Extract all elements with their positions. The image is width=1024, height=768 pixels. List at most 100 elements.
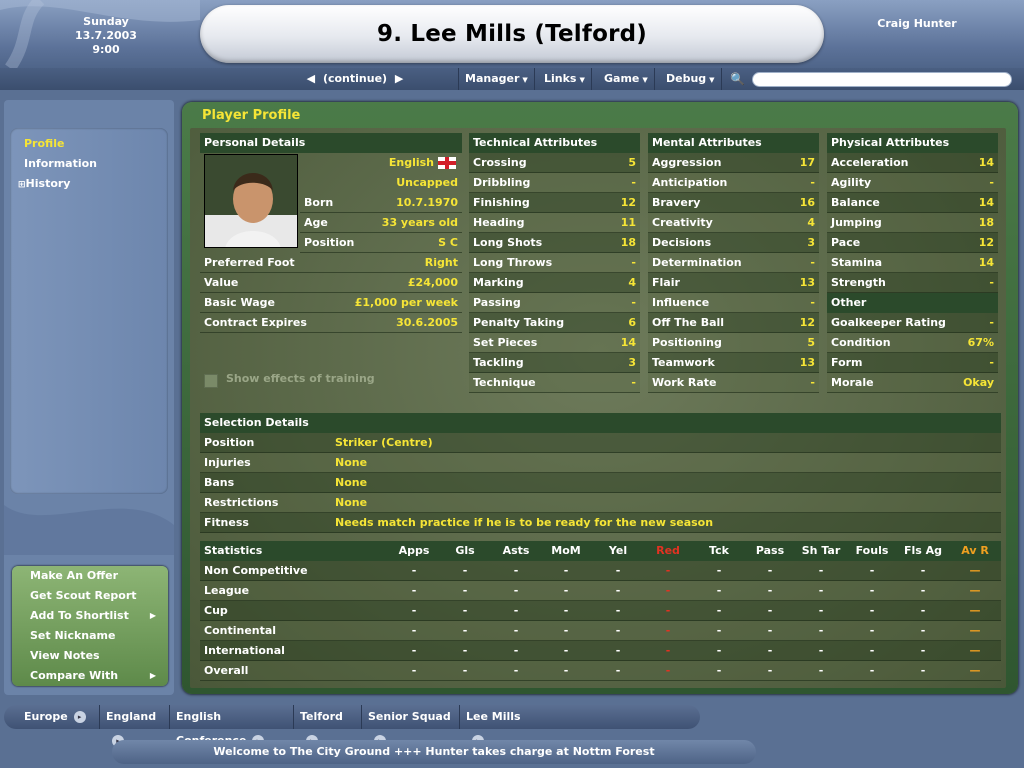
set-nickname-button[interactable]: Set Nickname: [30, 626, 162, 646]
stat-cell: -: [411, 604, 417, 617]
technical-attribute-value: 11: [620, 216, 636, 229]
training-checkbox[interactable]: [204, 374, 218, 388]
stat-cell: -: [513, 604, 519, 617]
menu-manager[interactable]: Manager ▼: [458, 68, 535, 90]
position-label: Position: [304, 236, 355, 249]
mental-attribute-row: Determination -: [648, 253, 819, 273]
submenu-arrow-icon: ▶: [149, 611, 156, 620]
technical-attribute-label: Tackling: [473, 356, 524, 369]
forward-arrow-icon[interactable]: ▶: [395, 72, 403, 85]
international-value: Uncapped: [396, 176, 458, 189]
mental-attribute-row: Bravery 16: [648, 193, 819, 213]
stat-cell: -: [411, 584, 417, 597]
sidebar-item-information[interactable]: Information: [24, 154, 97, 174]
manager-name: Craig Hunter: [877, 17, 957, 30]
stat-column-header[interactable]: Sh Tar: [797, 541, 845, 561]
search-icon[interactable]: 🔍: [730, 71, 746, 87]
physical-attribute-value: 14: [978, 256, 994, 269]
breadcrumb-label: England: [106, 710, 157, 723]
other-attribute-value: Okay: [963, 376, 994, 389]
add-to-shortlist-button[interactable]: Add To Shortlist ▶: [30, 606, 162, 626]
breadcrumb-item[interactable]: Lee Mills▸: [460, 705, 530, 747]
breadcrumb-menu-icon[interactable]: ▸: [73, 711, 86, 723]
stat-cell: -: [920, 624, 926, 637]
physical-attribute-label: Agility: [831, 176, 872, 189]
action-label: Get Scout Report: [30, 589, 137, 602]
stat-cell: -: [462, 664, 468, 677]
mental-attribute-value: 16: [799, 196, 815, 209]
back-arrow-icon[interactable]: ◀: [307, 72, 315, 85]
stat-cell: -: [513, 624, 519, 637]
stat-column-header[interactable]: Tck: [695, 541, 743, 561]
stat-column-header[interactable]: Apps: [390, 541, 438, 561]
international-row: Uncapped: [300, 173, 462, 193]
stat-column-header[interactable]: Red: [644, 541, 692, 561]
stat-column-header[interactable]: Asts: [492, 541, 540, 561]
mental-attribute-label: Flair: [652, 276, 680, 289]
other-attribute-row: Form -: [827, 353, 998, 373]
stat-column-header[interactable]: Gls: [441, 541, 489, 561]
menu-label: Debug: [666, 72, 707, 85]
stat-column-header[interactable]: Fouls: [848, 541, 896, 561]
stat-cell: -: [920, 564, 926, 577]
technical-attribute-row: Marking 4: [469, 273, 640, 293]
mental-attribute-label: Off The Ball: [652, 316, 725, 329]
stat-cell: -: [818, 664, 824, 677]
technical-attribute-value: 3: [628, 356, 636, 369]
physical-attribute-row: Jumping 18: [827, 213, 998, 233]
menu-debug[interactable]: Debug ▼: [660, 68, 722, 90]
mental-attribute-value: 12: [799, 316, 815, 329]
breadcrumb-item[interactable]: Telford▸: [294, 705, 362, 747]
breadcrumb-item[interactable]: English Conference▸: [170, 705, 294, 747]
menu-bar: ◀ (continue) ▶ Manager ▼ Links ▼ Game ▼ Deb…: [0, 68, 1024, 90]
make-offer-button[interactable]: Make An Offer: [30, 566, 162, 586]
contract-label: Contract Expires: [204, 316, 307, 329]
view-notes-button[interactable]: View Notes: [30, 646, 162, 666]
training-checkbox-label[interactable]: Show effects of training: [226, 372, 375, 385]
stat-cell: -: [920, 584, 926, 597]
breadcrumb-item[interactable]: Senior Squad▸: [362, 705, 460, 747]
menu-game[interactable]: Game ▼: [598, 68, 655, 90]
compare-with-button[interactable]: Compare With ▶: [30, 666, 162, 686]
selection-value: None: [335, 456, 368, 469]
mental-attribute-label: Determination: [652, 256, 742, 269]
stat-cell: -: [615, 604, 621, 617]
stat-cell: -: [716, 664, 722, 677]
technical-attribute-row: Dribbling -: [469, 173, 640, 193]
selection-label: Fitness: [204, 516, 249, 529]
breadcrumb-item[interactable]: England▸: [100, 705, 170, 747]
technical-attribute-label: Penalty Taking: [473, 316, 565, 329]
action-label: Set Nickname: [30, 629, 116, 642]
physical-attribute-row: Pace 12: [827, 233, 998, 253]
stat-column-header[interactable]: Av R: [951, 541, 999, 561]
other-attribute-label: Condition: [831, 336, 891, 349]
physical-attribute-label: Balance: [831, 196, 880, 209]
continue-button[interactable]: ◀ (continue) ▶: [300, 68, 410, 90]
search-input[interactable]: [752, 72, 1012, 87]
stat-cell: -: [563, 664, 569, 677]
technical-attribute-row: Passing -: [469, 293, 640, 313]
continue-label: (continue): [322, 72, 388, 85]
news-ticker: Welcome to The City Ground +++ Hunter ta…: [112, 740, 756, 764]
expand-icon[interactable]: ⊞: [18, 180, 26, 190]
selection-value: Striker (Centre): [335, 436, 433, 449]
mental-attribute-row: Influence -: [648, 293, 819, 313]
nationality-row: English: [300, 153, 462, 173]
technical-attribute-label: Technique: [473, 376, 536, 389]
stat-column-header[interactable]: Yel: [594, 541, 642, 561]
stat-column-header[interactable]: Pass: [746, 541, 794, 561]
menu-links[interactable]: Links ▼: [538, 68, 592, 90]
breadcrumb-item[interactable]: Europe ▸: [18, 705, 100, 729]
selection-row: Restrictions None: [200, 493, 1001, 513]
stat-cell: -: [665, 584, 671, 597]
sidebar-item-profile[interactable]: Profile: [24, 134, 64, 154]
stat-row: Non Competitive - - - - - - - - - - - —: [200, 561, 1001, 581]
age-label: Age: [304, 216, 328, 229]
stat-column-header[interactable]: MoM: [542, 541, 590, 561]
sidebar-item-history[interactable]: ⊞History: [18, 174, 70, 194]
stat-column-header[interactable]: Fls Ag: [899, 541, 947, 561]
stat-cell: -: [665, 604, 671, 617]
physical-attribute-row: Strength -: [827, 273, 998, 293]
scout-report-button[interactable]: Get Scout Report: [30, 586, 162, 606]
physical-attribute-value: -: [989, 176, 994, 189]
